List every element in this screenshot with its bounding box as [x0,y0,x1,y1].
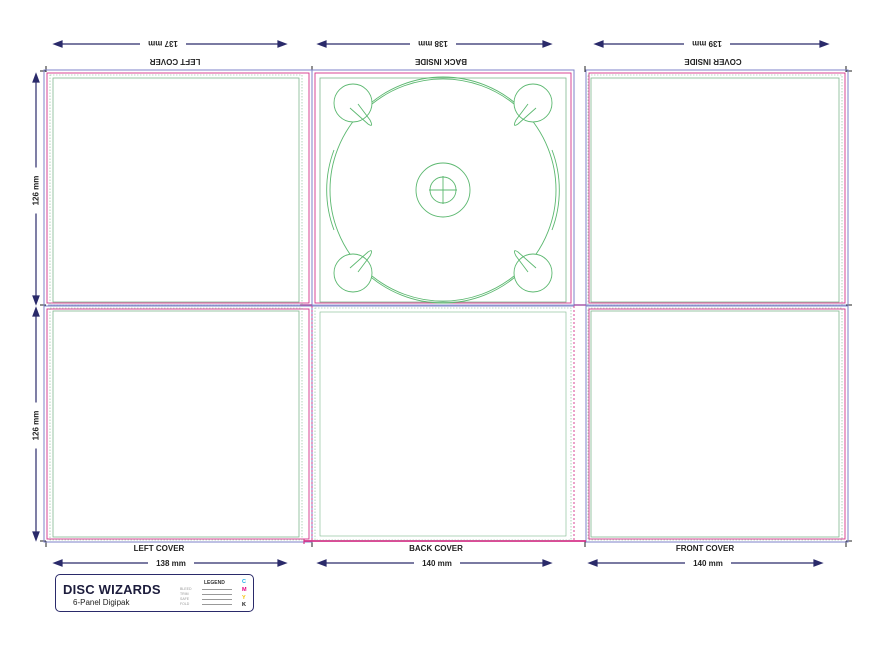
legend-row-label: SAFE [180,597,190,601]
bottom-dimension-1: 138 mm [148,559,194,568]
top-dimension-3: 139 mm [684,39,730,48]
bottom-panel-label-1: LEFT COVER [133,544,185,553]
template-subtitle: 6-Panel Digipak [73,598,130,607]
legend-row-fold: FOLD [180,602,238,607]
top-panel-label-2: BACK INSIDE [415,57,468,66]
height-dimension-top: 126 mm [31,167,41,214]
legend-row-label: BLEED [180,587,192,591]
legend-row-label: FOLD [180,602,190,606]
digipak-template: LEFT COVER BACK INSIDE COVER INSIDE 137 … [0,0,884,644]
safe-area-dotted [49,74,843,541]
bleed-outline [43,69,849,543]
cmyk-cyan: C [242,579,246,585]
title-block: DISC WIZARDS 6-Panel Digipak LEGEND BLEE… [55,574,254,612]
legend-row-label: TRIM [180,592,189,596]
bottom-dimension-3: 140 mm [685,559,731,568]
safe-area [52,77,840,538]
top-panel-label-1: LEFT COVER [149,57,201,66]
cd-tray [326,76,560,304]
top-dimension-1: 137 mm [140,39,186,48]
height-dimension-bottom: 126 mm [31,402,41,449]
legend-title: LEGEND [204,580,225,586]
trim-outline [46,72,846,544]
cmyk-magenta: M [242,587,247,593]
bottom-dimension-2: 140 mm [414,559,460,568]
top-panel-label-3: COVER INSIDE [684,57,742,66]
bottom-panel-label-3: FRONT COVER [675,544,735,553]
brand-name: DISC WIZARDS [63,582,161,597]
top-dimension-2: 138 mm [410,39,456,48]
bottom-panel-label-2: BACK COVER [409,544,463,553]
left-dimension-lines [32,72,40,542]
cmyk-yellow: Y [242,595,246,601]
cmyk-black: K [242,602,246,608]
